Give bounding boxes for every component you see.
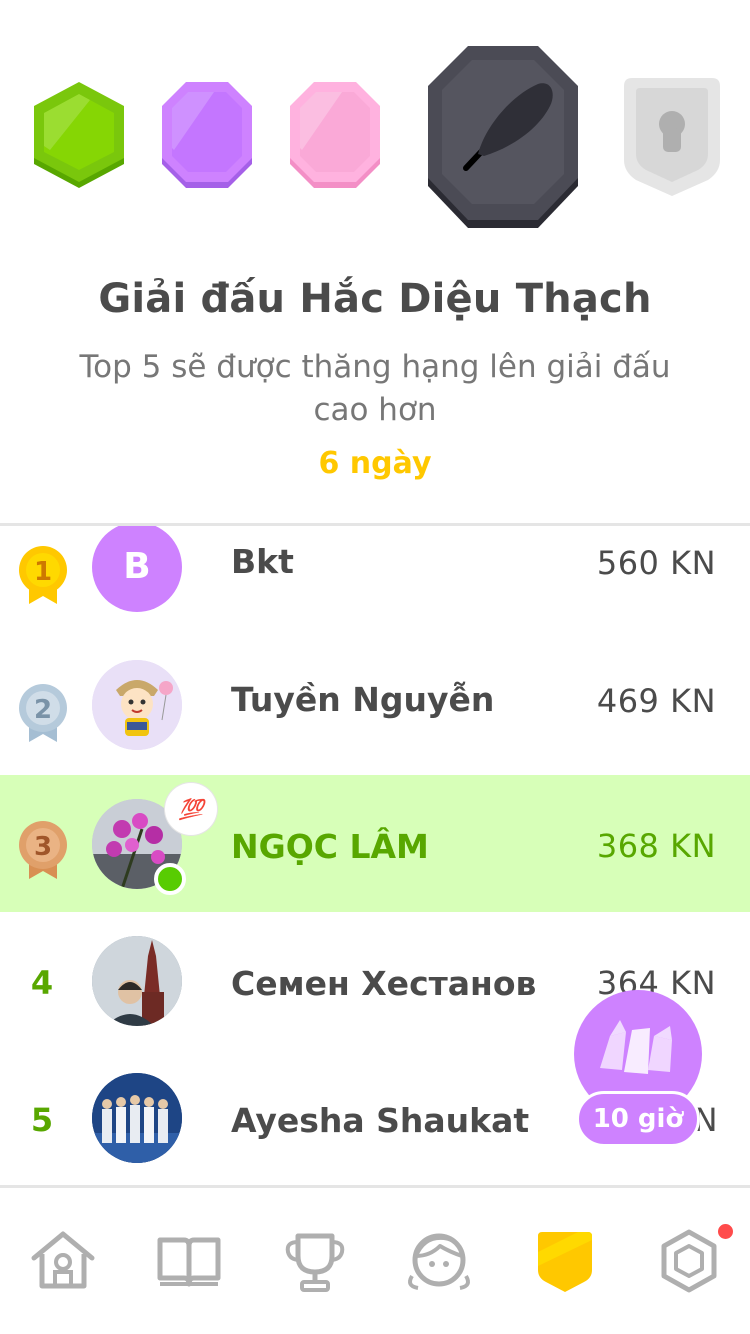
group-photo-icon: [92, 1073, 182, 1163]
league-time-left: 6 ngày: [318, 446, 432, 481]
avatar[interactable]: [92, 936, 182, 1026]
locked-league-icon: [616, 76, 728, 198]
nav-shop-button[interactable]: [654, 1226, 724, 1296]
nav-characters-button[interactable]: [404, 1226, 474, 1296]
rank-number: 4: [30, 964, 54, 1002]
user-photo-icon: [92, 936, 182, 1026]
avatar[interactable]: [92, 1073, 182, 1163]
online-status-dot: [154, 863, 186, 895]
obsidian-league-icon[interactable]: [426, 44, 580, 230]
chest-timer[interactable]: 10 giờ: [576, 1091, 700, 1147]
league-badges-row: [0, 0, 750, 250]
trophy-icon: [285, 1233, 345, 1292]
leaderboard-row[interactable]: 1 B Bkt 560 KN: [0, 526, 750, 637]
avatar-letter: B: [123, 546, 151, 587]
user-name: Ayesha Shaukat: [231, 1101, 530, 1140]
rank-number: 3: [34, 832, 52, 862]
user-xp: 368 KN: [596, 827, 716, 865]
hundred-emoji: 💯: [178, 797, 204, 821]
league-subtitle: Top 5 sẽ được thăng hạng lên giải đấu ca…: [79, 349, 671, 428]
avatar[interactable]: B: [92, 526, 182, 612]
amethyst-league-icon: [158, 80, 256, 194]
emerald-league-icon: [30, 80, 128, 194]
nav-leagues-button[interactable]: [530, 1226, 600, 1296]
rank-number: 1: [34, 557, 52, 587]
gold-medal-icon: 1: [17, 544, 69, 604]
notification-dot: [718, 1224, 733, 1239]
user-name: Tuyền Nguyễn: [231, 680, 495, 719]
nav-lessons-button[interactable]: [154, 1226, 224, 1296]
gem-icon: [661, 1229, 717, 1293]
user-xp: 560 KN: [596, 544, 716, 582]
avatar[interactable]: [92, 660, 182, 750]
bottom-nav: [0, 1188, 750, 1334]
bronze-medal-icon: 3: [17, 819, 69, 879]
user-name: NGỌC LÂM: [231, 827, 429, 866]
league-shield-icon: [538, 1232, 592, 1292]
nav-trophy-button[interactable]: [280, 1226, 350, 1296]
leaderboard-row-current-user[interactable]: 3 💯 NGỌC LÂM 368 KN: [0, 775, 750, 912]
rank-number: 2: [34, 695, 52, 725]
character-icon: [408, 1233, 470, 1290]
cartoon-avatar-icon: [92, 660, 182, 750]
book-icon: [157, 1237, 221, 1287]
user-xp: 469 KN: [596, 682, 716, 720]
silver-medal-icon: 2: [17, 682, 69, 742]
league-title: Giải đấu Hắc Diệu Thạch: [98, 276, 652, 322]
nav-home-button[interactable]: [28, 1226, 98, 1296]
user-name: Bkt: [231, 542, 294, 581]
hundred-points-badge: 💯: [165, 783, 217, 835]
user-name: Семен Хестанов: [231, 964, 537, 1003]
leaderboard-row[interactable]: 2 Tuyền Nguyễn 469 KN: [0, 638, 750, 775]
pearl-league-icon: [286, 80, 384, 194]
home-icon: [31, 1231, 95, 1289]
rank-number: 5: [30, 1101, 54, 1139]
